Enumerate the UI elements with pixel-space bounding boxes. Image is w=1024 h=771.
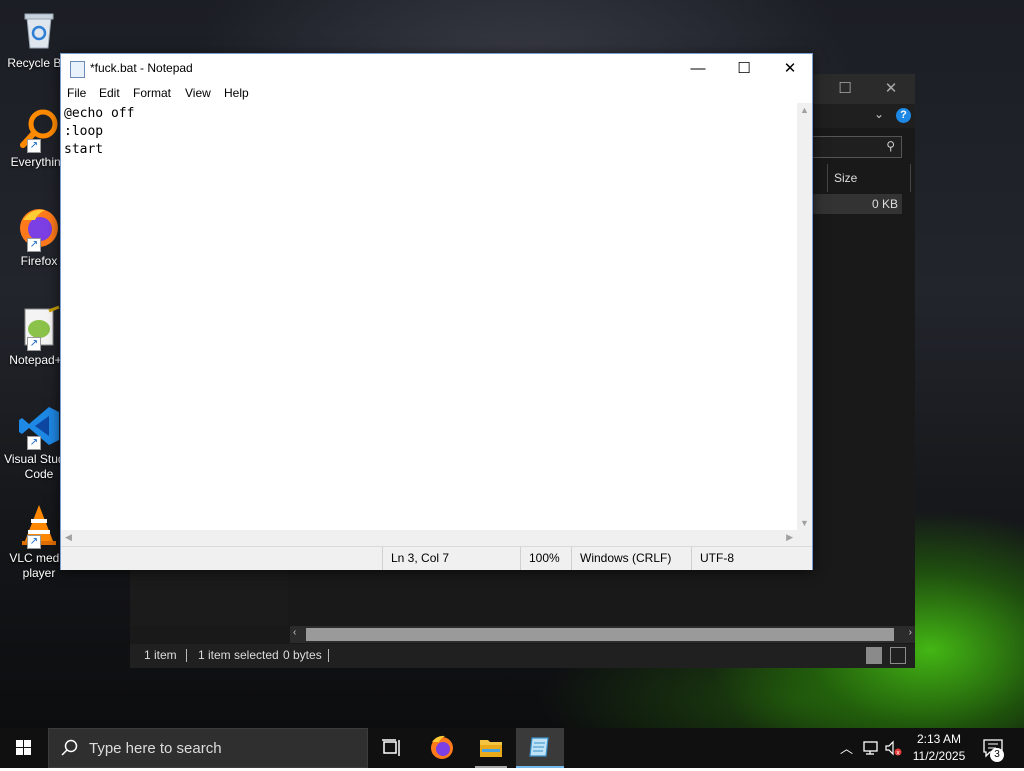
clock-time: 2:13 AM [916, 732, 962, 746]
explorer-nav-pane [130, 568, 288, 626]
menu-file[interactable]: File [67, 86, 86, 100]
firefox-icon [431, 735, 453, 759]
window-title: *fuck.bat - Notepad [90, 61, 193, 75]
menu-help[interactable]: Help [224, 86, 249, 100]
action-center-button[interactable]: 3 [978, 728, 1018, 768]
network-icon[interactable] [862, 739, 880, 757]
volume-muted-icon[interactable]: x [884, 739, 902, 757]
explorer-horizontal-scrollbar[interactable]: ‹ › [290, 626, 915, 643]
scroll-right-icon[interactable]: › [909, 627, 912, 638]
status-line-ending: Windows (CRLF) [571, 547, 690, 570]
status-divider [328, 649, 329, 662]
vertical-scrollbar[interactable]: ▲ ▼ [797, 103, 812, 530]
minimize-button[interactable]: — [675, 54, 721, 83]
task-view-button[interactable] [368, 728, 416, 768]
scroll-right-icon[interactable]: ▶ [786, 532, 793, 543]
taskbar-clock[interactable]: 2:13 AM 11/2/2025 [902, 731, 976, 765]
scroll-up-icon[interactable]: ▲ [800, 105, 809, 115]
menu-bar: File Edit Format View Help [61, 83, 812, 103]
close-icon: ✕ [783, 60, 797, 77]
file-explorer-icon [480, 740, 502, 757]
vlc-icon: ↗ [17, 503, 61, 549]
status-bytes: 0 bytes [283, 648, 322, 662]
notepad-status-bar: Ln 3, Col 7 100% Windows (CRLF) UTF-8 [61, 546, 812, 570]
notepad-titlebar[interactable]: *fuck.bat - Notepad — ☐ ✕ [61, 54, 812, 83]
close-button[interactable]: ✕ [767, 54, 813, 83]
taskbar-firefox[interactable] [418, 728, 466, 768]
shortcut-arrow-icon: ↗ [27, 139, 41, 153]
menu-format[interactable]: Format [133, 86, 171, 100]
minimize-icon: — [690, 60, 706, 77]
clock-date: 11/2/2025 [912, 749, 966, 763]
chevron-down-icon[interactable]: ⌄ [874, 107, 884, 121]
maximize-icon: ☐ [838, 80, 852, 97]
scroll-left-icon[interactable]: ‹ [293, 627, 296, 638]
desktop: Recycle Bin ↗ Everything ↗ Firefox ↗ Not… [0, 0, 1024, 728]
taskbar: Type here to search ︿ x 2:13 AM 11/2/202… [0, 728, 1024, 768]
notepad-plus-plus-icon: ↗ [17, 305, 61, 351]
file-row-size: 0 KB [871, 197, 898, 211]
recycle-bin-icon [17, 8, 61, 52]
everything-search-icon: ↗ [17, 107, 61, 153]
notification-count-badge: 3 [990, 748, 1004, 762]
shortcut-arrow-icon: ↗ [27, 535, 41, 549]
taskbar-file-explorer[interactable] [467, 728, 515, 768]
status-selected: 1 item selected [198, 648, 279, 662]
scroll-left-icon[interactable]: ◀ [65, 532, 72, 543]
notepad-icon [70, 61, 85, 78]
status-cursor-position: Ln 3, Col 7 [382, 547, 519, 570]
explorer-status-bar: 1 item 1 item selected 0 bytes [130, 644, 915, 668]
scrollbar-corner [797, 530, 812, 546]
file-row[interactable]: e 0 KB [802, 194, 902, 214]
menu-view[interactable]: View [185, 86, 211, 100]
taskbar-search-box[interactable]: Type here to search [48, 728, 368, 768]
search-placeholder: Type here to search [89, 740, 222, 757]
maximize-icon: ☐ [737, 60, 751, 77]
notepad-window[interactable]: *fuck.bat - Notepad — ☐ ✕ File Edit Form… [60, 53, 813, 570]
scroll-down-icon[interactable]: ▼ [800, 518, 809, 528]
system-tray: ︿ x [836, 728, 902, 768]
start-button[interactable] [0, 728, 48, 768]
svg-text:x: x [896, 749, 900, 756]
task-view-icon [382, 739, 400, 756]
explorer-search-input[interactable]: ⚲ [800, 136, 902, 158]
large-icons-view-icon[interactable] [890, 647, 906, 664]
maximize-button[interactable]: ☐ [721, 54, 767, 83]
show-hidden-icons-chevron-icon[interactable]: ︿ [840, 738, 853, 757]
menu-edit[interactable]: Edit [99, 86, 120, 100]
close-icon: ✕ [884, 80, 898, 97]
explorer-maximize-button[interactable]: ☐ [822, 74, 868, 104]
explorer-close-button[interactable]: ✕ [868, 74, 914, 104]
windows-logo-icon [16, 740, 31, 755]
column-header-size[interactable]: Size [827, 164, 911, 192]
help-icon[interactable]: ? [896, 108, 911, 123]
details-view-icon[interactable] [866, 647, 882, 664]
shortcut-arrow-icon: ↗ [27, 337, 41, 351]
status-divider [186, 649, 187, 662]
shortcut-arrow-icon: ↗ [27, 436, 41, 450]
status-item-count: 1 item [144, 648, 177, 662]
firefox-icon: ↗ [17, 206, 61, 252]
search-icon: ⚲ [886, 139, 895, 153]
vscode-icon: ↗ [17, 404, 61, 450]
taskbar-notepad[interactable] [516, 728, 564, 768]
status-encoding: UTF-8 [691, 547, 810, 570]
notepad-icon [529, 737, 549, 757]
shortcut-arrow-icon: ↗ [27, 238, 41, 252]
search-icon [61, 739, 78, 756]
status-zoom: 100% [520, 547, 571, 570]
scrollbar-thumb[interactable] [306, 628, 894, 641]
text-editor-area[interactable]: @echo off :loop start [61, 103, 797, 530]
horizontal-scrollbar[interactable]: ◀ ▶ [61, 530, 797, 546]
